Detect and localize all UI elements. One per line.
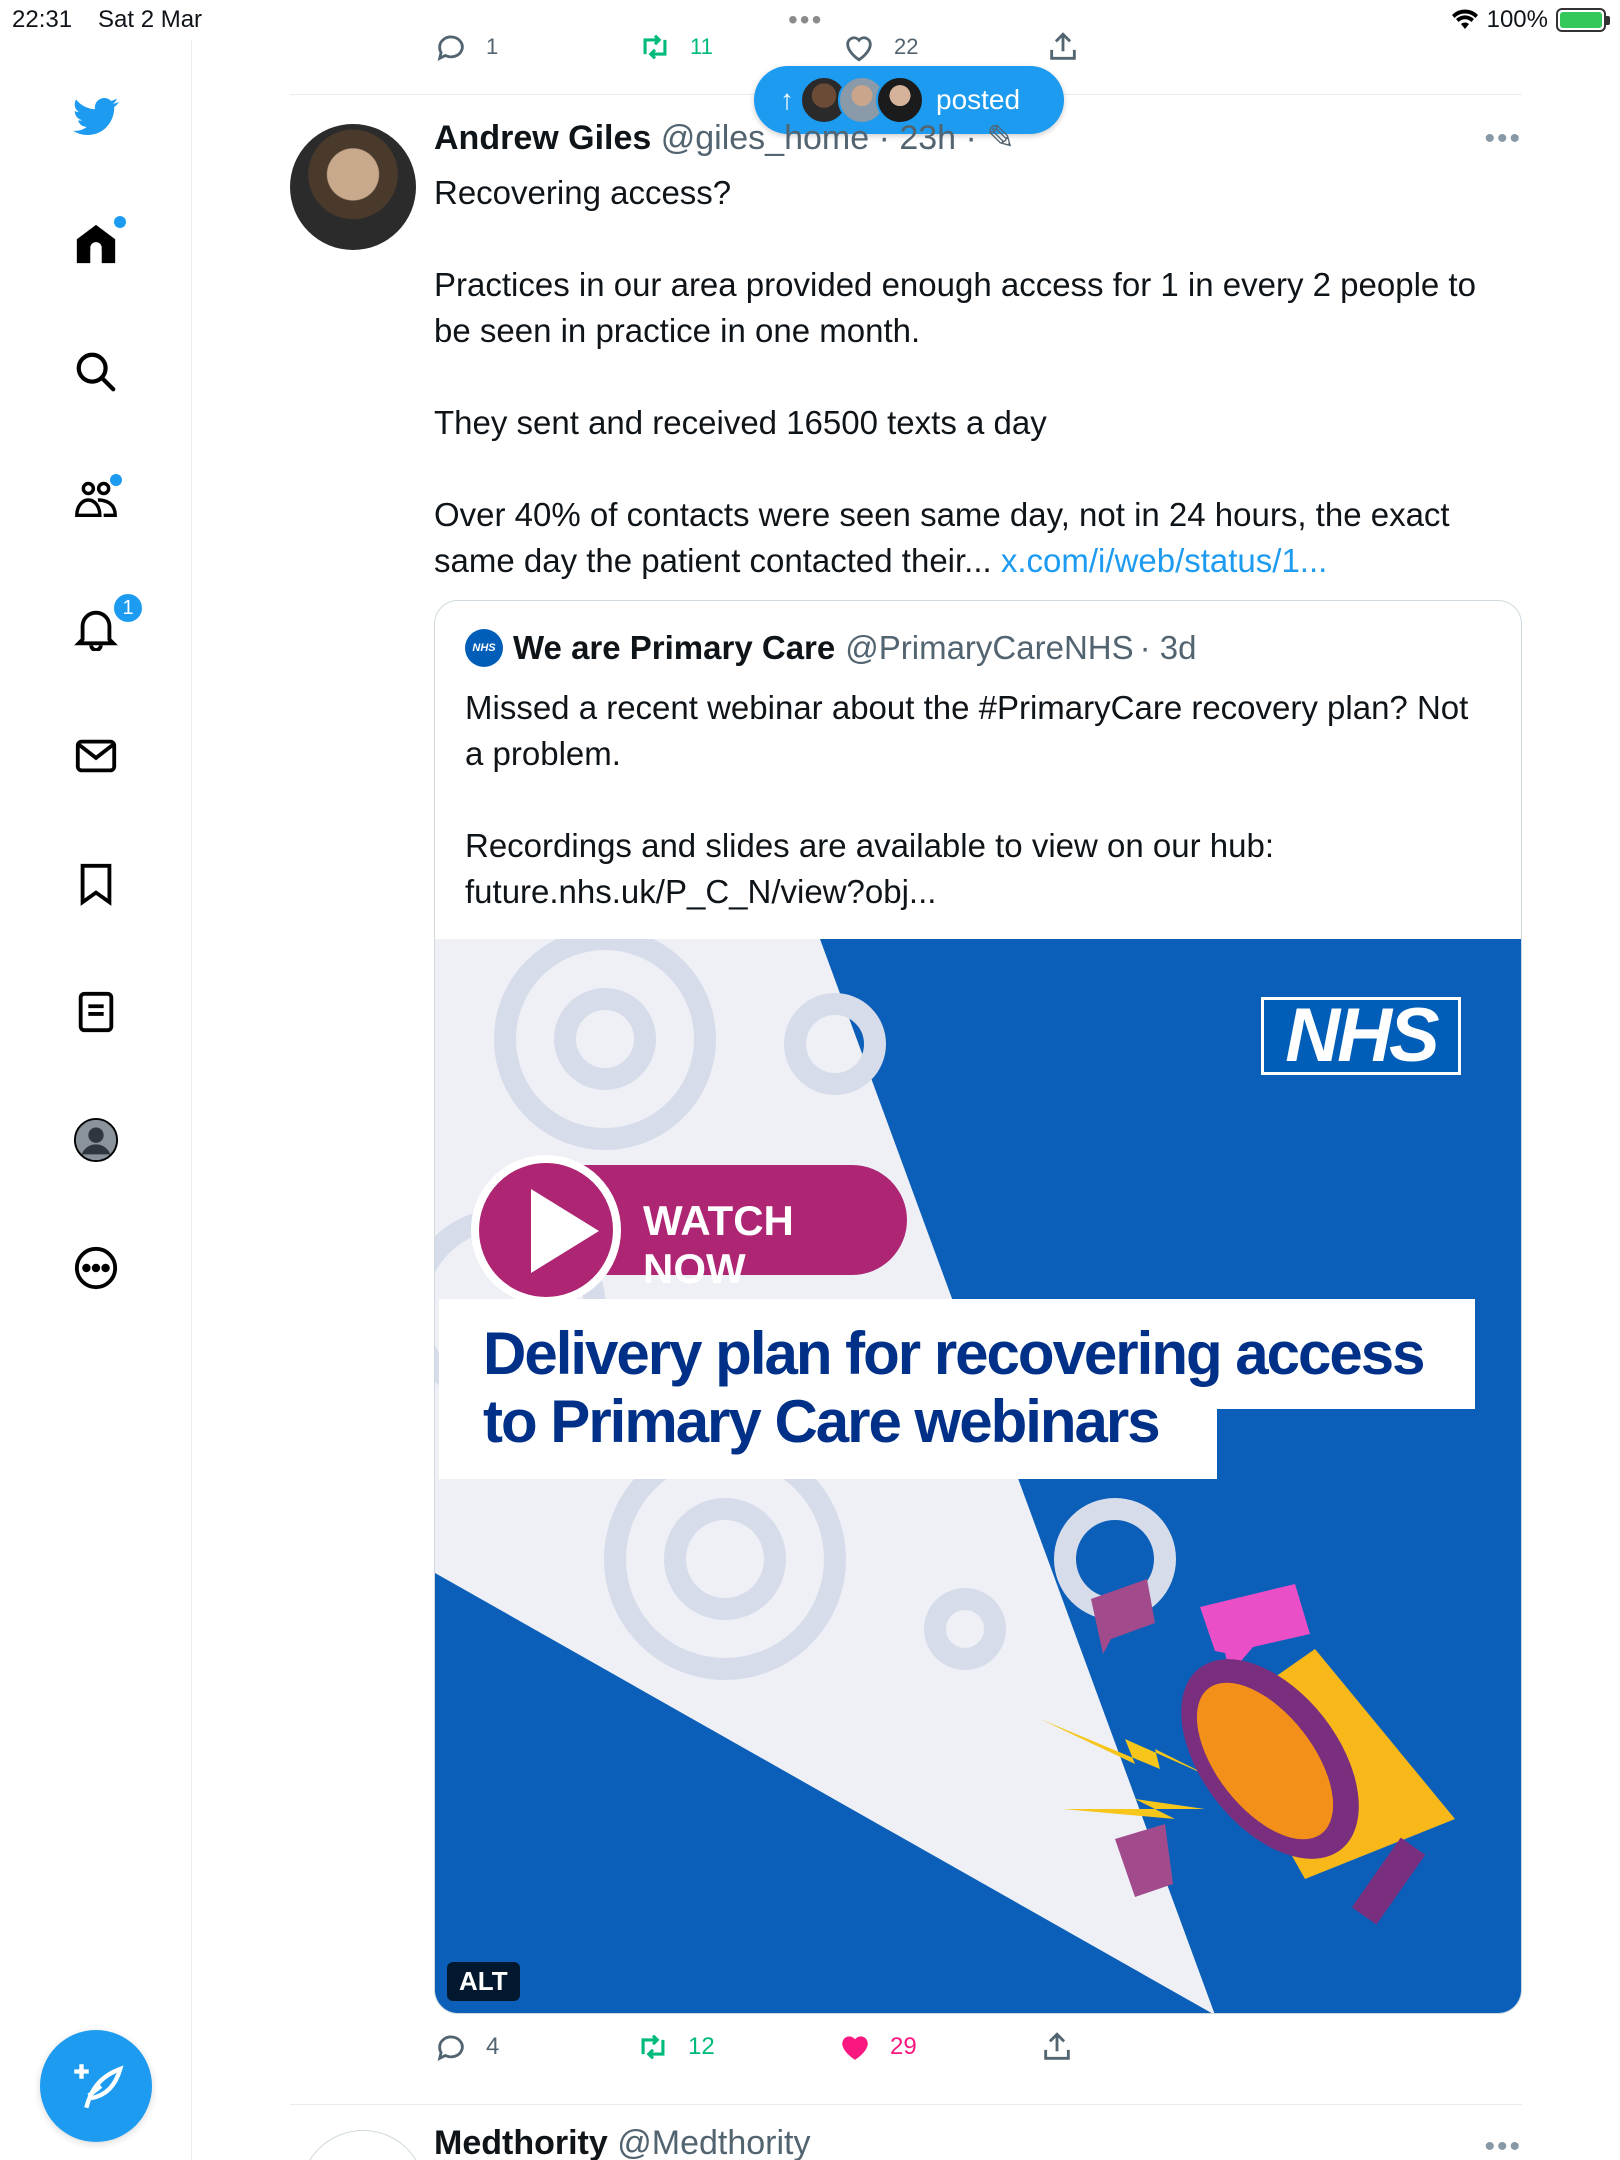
home-unread-dot — [114, 216, 126, 228]
quoted-tweet-time: · 3d — [1139, 629, 1197, 666]
bookmarks-icon[interactable] — [70, 858, 122, 910]
quoted-tweet-image[interactable]: NHS WATCH NOW Delivery plan for recoveri… — [435, 939, 1521, 2013]
compose-tweet-button[interactable] — [40, 2030, 152, 2142]
previous-tweet-actions: 1 11 22 — [434, 32, 1134, 66]
headline-line-1: Delivery plan for recovering access — [483, 1320, 1426, 1387]
new-posts-label: posted — [936, 84, 1021, 115]
nhs-avatar: NHS — [465, 629, 503, 667]
twitter-bird-icon[interactable] — [70, 90, 122, 142]
compose-feather-icon — [74, 2064, 124, 2109]
wifi-icon — [1451, 9, 1478, 29]
prev-share-button[interactable] — [1046, 30, 1080, 64]
multitasking-dots-icon[interactable]: ••• — [788, 4, 823, 36]
tweet-author-avatar[interactable] — [290, 124, 416, 250]
status-bar: 22:31 Sat 2 Mar ••• 100% — [0, 0, 1620, 40]
notifications-icon[interactable]: 1 — [70, 592, 144, 654]
status-right: 100% — [1451, 6, 1610, 34]
next-tweet-header: Medthority @Medthority — [434, 2124, 810, 2160]
like-filled-icon — [842, 2036, 868, 2060]
communities-unread-dot — [110, 474, 122, 486]
home-icon[interactable] — [70, 216, 126, 270]
retweet-icon — [643, 34, 667, 60]
status-time: 22:31 — [12, 6, 73, 33]
quoted-tweet-header: NHS We are Primary Care @PrimaryCareNHS … — [465, 629, 1197, 667]
quoted-author-handle: @PrimaryCareNHS — [845, 629, 1134, 666]
notifications-badge: 1 — [112, 592, 144, 624]
headline-line-2: to Primary Care webinars — [483, 1388, 1161, 1455]
next-tweet-author-name[interactable]: Medthority — [434, 2124, 608, 2160]
nhs-logo: NHS — [1261, 997, 1461, 1075]
next-tweet-more-icon[interactable]: ••• — [1484, 2130, 1522, 2160]
like-icon — [846, 36, 872, 62]
search-icon[interactable] — [70, 346, 122, 398]
reply-count: 4 — [486, 2033, 500, 2060]
status-date: Sat 2 Mar — [98, 6, 203, 33]
next-tweet-author-handle[interactable]: @Medthority — [617, 2124, 810, 2160]
sidebar: 1 — [0, 40, 192, 2160]
tweet-body-text: Recovering access? Practices in our area… — [434, 174, 1476, 579]
arrow-up-icon: ↑ — [780, 84, 794, 115]
prev-like-count: 22 — [894, 34, 919, 59]
tweet-header: Andrew Giles @giles_home · 23h · ✎ — [434, 118, 1015, 158]
play-icon — [531, 1189, 599, 1273]
quoted-author-name: We are Primary Care — [513, 629, 836, 666]
tweet-author-handle[interactable]: @giles_home — [661, 119, 869, 157]
prev-retweet-button[interactable]: 11 — [638, 30, 713, 64]
reply-button[interactable]: 4 — [434, 2030, 499, 2064]
watch-now-graphic: WATCH NOW — [471, 1155, 907, 1305]
divider — [290, 2104, 1522, 2105]
quoted-tweet-text: Missed a recent webinar about the #Prima… — [465, 689, 1469, 910]
battery-percent: 100% — [1486, 6, 1548, 33]
share-icon — [1044, 2032, 1070, 2060]
alt-text-badge[interactable]: ALT — [447, 1962, 520, 2001]
retweet-button[interactable]: 12 — [636, 2030, 715, 2064]
retweet-icon — [641, 2034, 665, 2060]
communities-icon[interactable] — [70, 474, 122, 526]
like-count: 29 — [890, 2033, 917, 2060]
profile-icon[interactable] — [70, 1114, 122, 1166]
like-button[interactable]: 29 — [838, 2030, 917, 2064]
tweet-actions: 4 12 29 — [434, 2030, 1134, 2074]
prev-reply-count: 1 — [486, 34, 499, 59]
tweet-text: Recovering access? Practices in our area… — [434, 170, 1514, 584]
prev-reply-button[interactable]: 1 — [434, 30, 498, 64]
battery-icon — [1556, 8, 1610, 32]
reply-icon — [437, 2035, 464, 2061]
avatar — [876, 76, 924, 124]
watch-now-label: WATCH NOW — [643, 1197, 794, 1292]
tweet-author-name[interactable]: Andrew Giles — [434, 119, 651, 157]
next-tweet-avatar[interactable] — [300, 2130, 426, 2160]
reply-icon — [437, 35, 464, 61]
prev-like-button[interactable]: 22 — [842, 30, 918, 64]
tweet-show-more-link[interactable]: x.com/i/web/status/1... — [1001, 542, 1327, 579]
lists-icon[interactable] — [70, 986, 122, 1038]
share-button[interactable] — [1040, 2030, 1074, 2064]
retweet-count: 12 — [688, 2033, 715, 2060]
edited-pencil-icon: ✎ — [986, 119, 1015, 157]
prev-retweet-count: 11 — [690, 34, 713, 59]
new-posts-avatars — [800, 76, 924, 124]
share-icon — [1050, 32, 1076, 60]
tweet-more-icon[interactable]: ••• — [1484, 122, 1522, 156]
messages-icon[interactable] — [70, 730, 122, 782]
more-icon[interactable] — [70, 1242, 122, 1294]
tweet-time[interactable]: · 23h · — [879, 119, 977, 157]
quoted-tweet[interactable]: NHS We are Primary Care @PrimaryCareNHS … — [434, 600, 1522, 2014]
